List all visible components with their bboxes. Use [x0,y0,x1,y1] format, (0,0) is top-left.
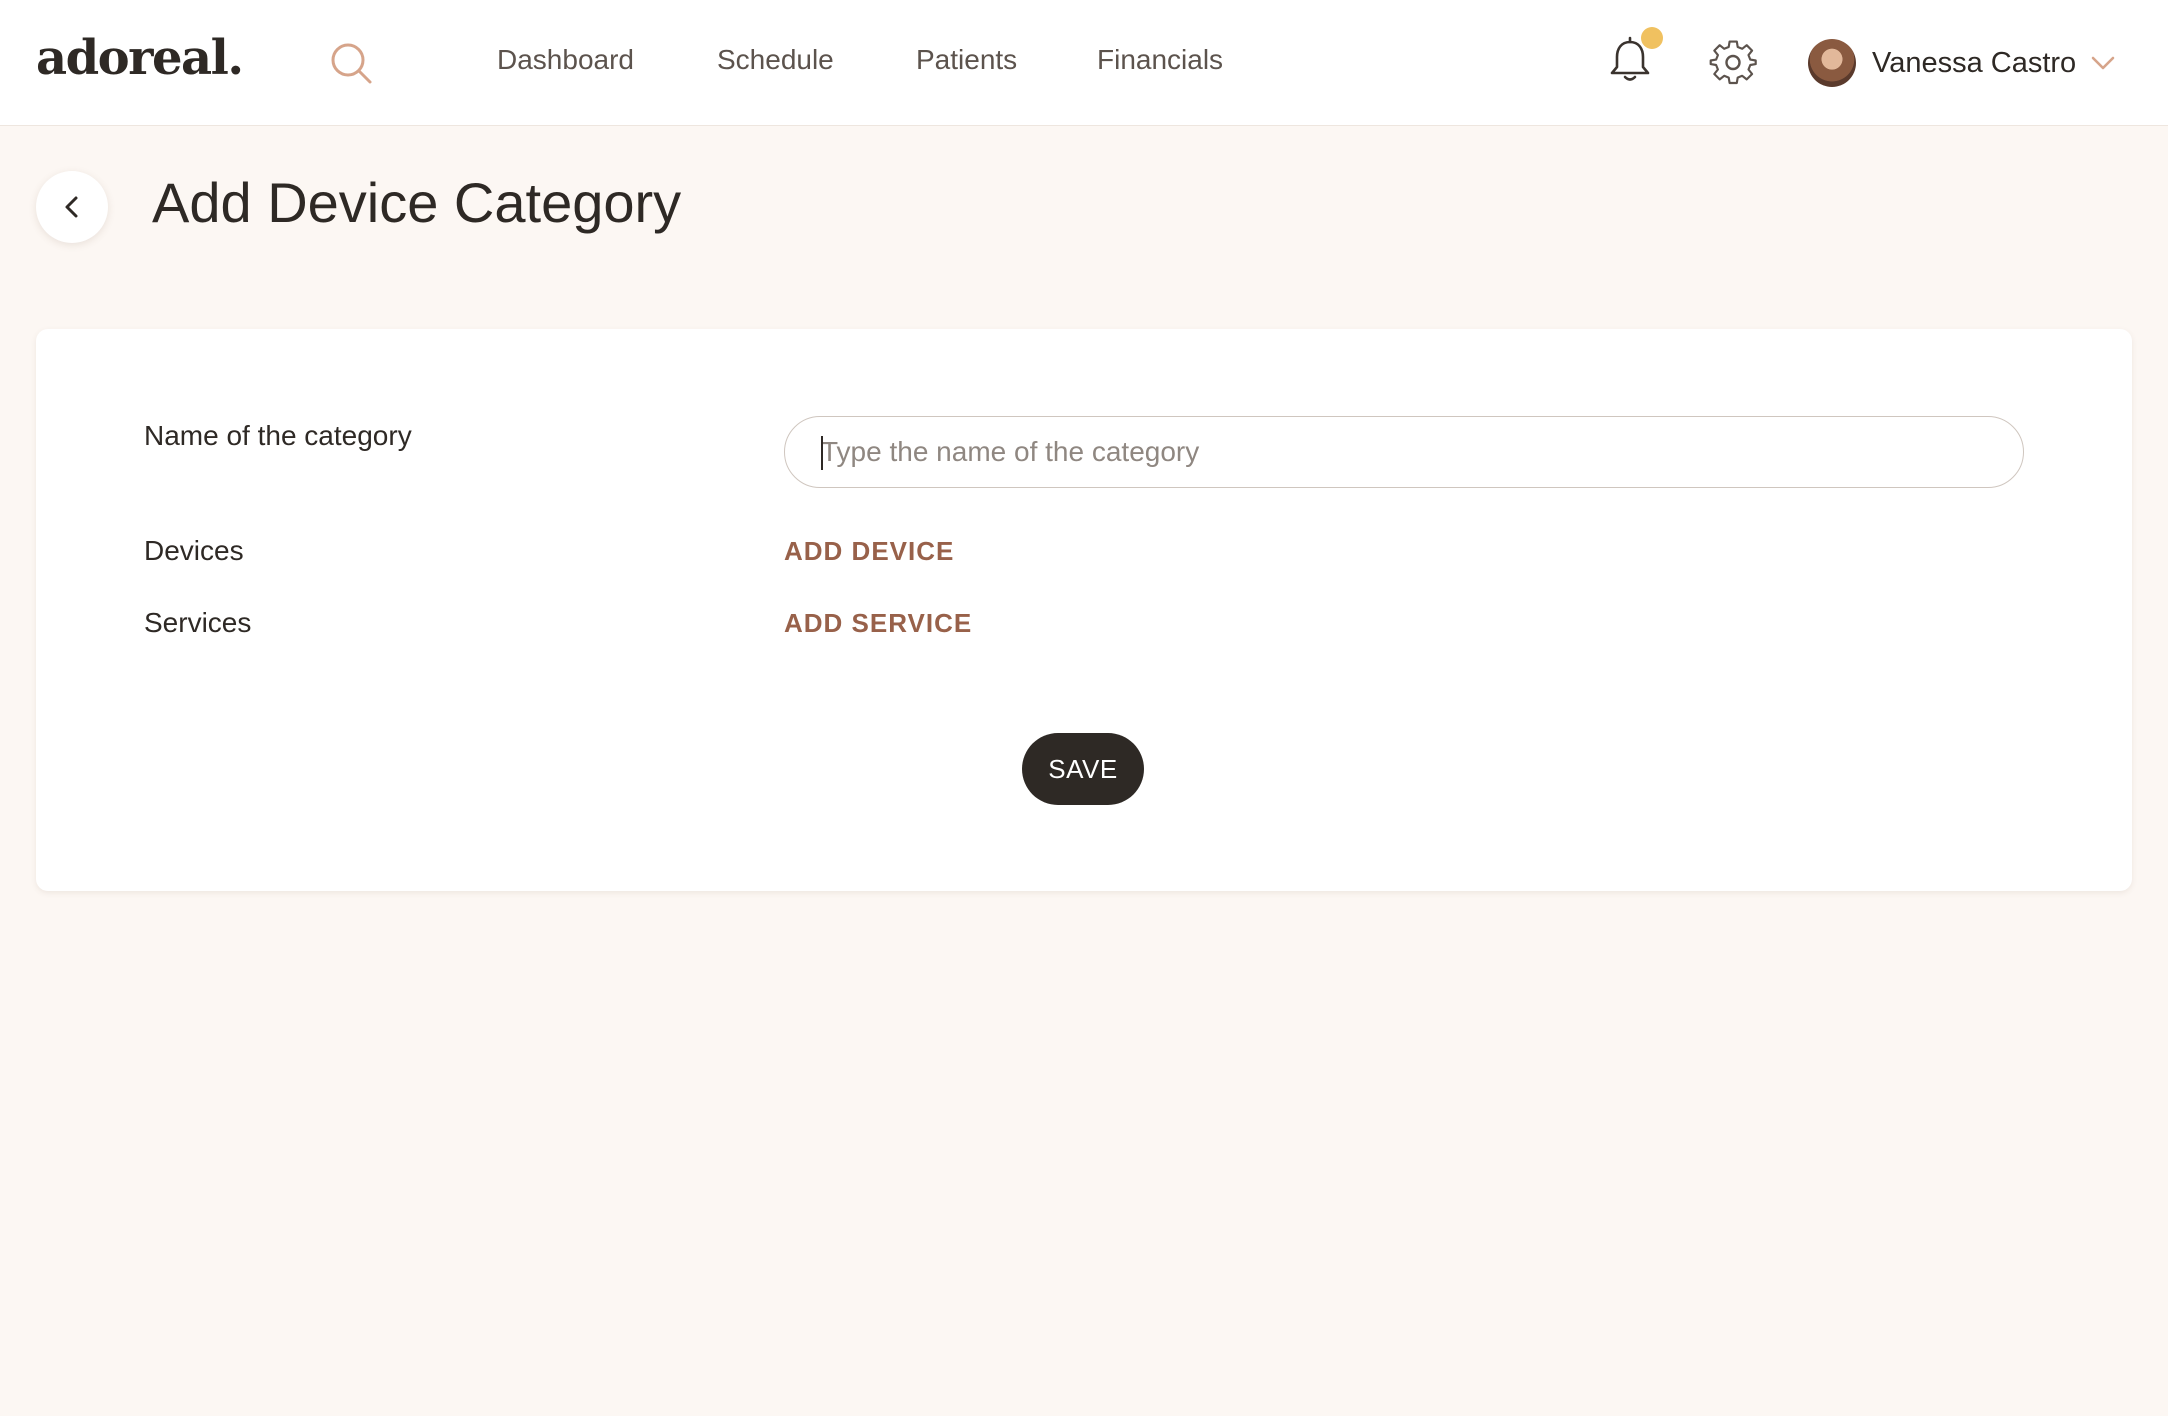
user-name: Vanessa Castro [1872,46,2077,79]
devices-label: Devices [144,535,244,566]
add-category-form-card: Name of the category Devices ADD DEVICE … [36,329,2132,891]
brand-logo[interactable]: adoreal. [36,30,244,86]
text-cursor [821,436,823,470]
services-label: Services [144,607,252,638]
settings-button[interactable] [1708,38,1758,88]
nav-patients[interactable]: Patients [916,44,1017,76]
category-name-label: Name of the category [144,420,412,451]
chevron-left-icon [65,196,78,218]
chevron-down-icon [2091,56,2115,70]
nav-financials[interactable]: Financials [1097,44,1223,76]
notification-badge-dot [1641,27,1663,49]
nav-schedule[interactable]: Schedule [717,44,834,76]
avatar [1808,39,1856,87]
save-button[interactable]: SAVE [1022,733,1144,805]
page-title: Add Device Category [152,171,682,234]
user-menu[interactable]: Vanessa Castro [1808,38,2116,88]
nav-dashboard[interactable]: Dashboard [497,44,634,76]
gear-icon [1709,40,1757,85]
category-name-input[interactable] [784,416,2024,488]
back-button[interactable] [36,171,108,243]
add-service-button[interactable]: ADD SERVICE [784,608,972,639]
search-button[interactable] [326,38,378,90]
search-icon [331,43,372,84]
add-device-button[interactable]: ADD DEVICE [784,536,954,567]
top-navigation-bar: adoreal. Dashboard Schedule Patients Fin… [0,0,2168,126]
